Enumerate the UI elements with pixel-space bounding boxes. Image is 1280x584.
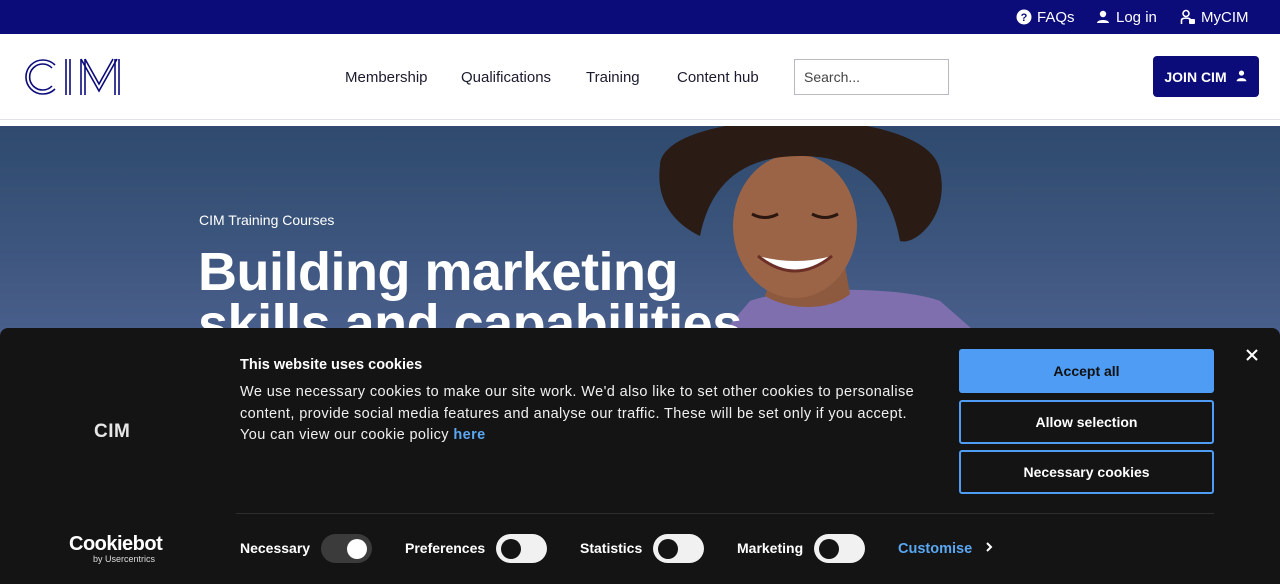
- allow-selection-button[interactable]: Allow selection: [959, 400, 1214, 444]
- toggle-knob: [501, 539, 521, 559]
- hero-subtitle: CIM Training Courses: [199, 212, 335, 228]
- join-cim-label: JOIN CIM: [1164, 68, 1227, 85]
- cookie-divider: [236, 513, 1214, 514]
- question-circle-icon: ?: [1016, 9, 1032, 25]
- toggle-label-marketing: Marketing: [737, 540, 804, 556]
- mycim-link[interactable]: MyCIM: [1180, 0, 1249, 34]
- toggle-statistics[interactable]: [653, 534, 704, 563]
- hero-title: Building marketing skills and capabiliti…: [198, 242, 742, 336]
- cookiebot-subtext: by Usercentrics: [93, 554, 156, 564]
- svg-text:?: ?: [1021, 12, 1028, 24]
- customise-label: Customise: [898, 541, 973, 557]
- toggle-marketing[interactable]: [814, 534, 865, 563]
- toggle-label-preferences: Preferences: [405, 540, 486, 556]
- toggle-label-necessary: Necessary: [240, 540, 311, 556]
- hero-banner: CIM Training Courses Building marketing …: [0, 126, 1280, 336]
- cim-logo[interactable]: [21, 57, 121, 97]
- toggle-necessary[interactable]: [321, 534, 372, 563]
- chevron-right-icon: [984, 541, 994, 557]
- accept-all-button[interactable]: Accept all: [959, 349, 1214, 393]
- nav-qualifications[interactable]: Qualifications: [461, 34, 551, 120]
- toggle-knob: [819, 539, 839, 559]
- user-lock-icon: [1180, 9, 1196, 25]
- nav-membership[interactable]: Membership: [345, 34, 428, 120]
- toggle-label-statistics: Statistics: [580, 540, 643, 556]
- cookie-banner-title: This website uses cookies: [240, 357, 423, 373]
- login-link[interactable]: Log in: [1095, 0, 1157, 34]
- search-input[interactable]: [794, 59, 949, 95]
- top-utility-bar: ? FAQs Log in MyCIM: [0, 0, 1280, 34]
- toggle-preferences[interactable]: [496, 534, 547, 563]
- cookie-banner-logo: CIM: [94, 421, 131, 442]
- user-icon: [1235, 69, 1248, 85]
- cookie-banner-description: We use necessary cookies to make our sit…: [240, 384, 915, 443]
- necessary-cookies-button[interactable]: Necessary cookies: [959, 450, 1214, 494]
- nav-content-hub[interactable]: Content hub: [677, 34, 759, 120]
- user-icon: [1095, 9, 1111, 25]
- login-label: Log in: [1116, 8, 1157, 26]
- mycim-label: MyCIM: [1201, 8, 1249, 26]
- toggle-knob: [658, 539, 678, 559]
- customise-link[interactable]: Customise: [898, 541, 994, 557]
- join-cim-button[interactable]: JOIN CIM: [1153, 56, 1259, 97]
- faqs-link[interactable]: ? FAQs: [1016, 0, 1075, 34]
- cookie-banner-text: We use necessary cookies to make our sit…: [240, 382, 930, 447]
- close-icon[interactable]: [1242, 345, 1262, 365]
- faqs-label: FAQs: [1037, 8, 1075, 26]
- nav-training[interactable]: Training: [586, 34, 640, 120]
- toggle-knob: [347, 539, 367, 559]
- site-header: Membership Qualifications Training Conte…: [0, 34, 1280, 120]
- cookie-banner: CIM This website uses cookies We use nec…: [0, 328, 1280, 584]
- cookie-policy-link[interactable]: here: [453, 427, 485, 443]
- cookiebot-logo[interactable]: Cookiebot by Usercentrics: [69, 534, 169, 564]
- cookiebot-brand: Cookiebot: [69, 533, 163, 555]
